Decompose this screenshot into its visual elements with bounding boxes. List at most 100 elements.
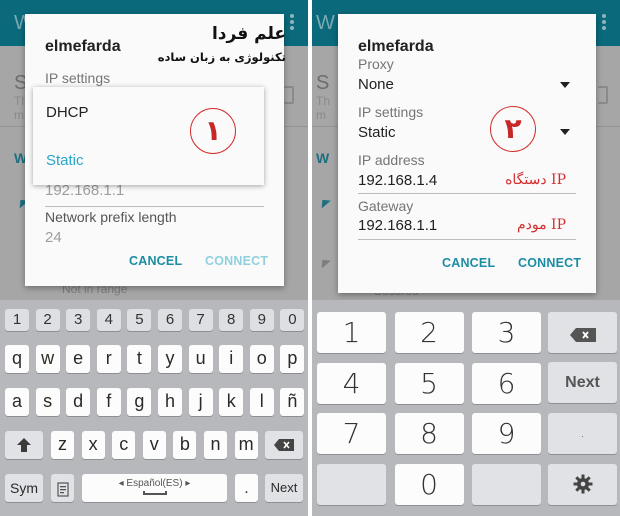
number-key[interactable]: 9 — [249, 309, 274, 331]
background-app-title: W — [316, 12, 335, 34]
ip-settings-dropdown-arrow-icon[interactable] — [560, 129, 570, 135]
letter-key[interactable]: r — [96, 345, 121, 373]
numeric-keyboard: 123 456 7890 Next . — [312, 300, 620, 516]
proxy-dropdown[interactable]: None — [358, 76, 394, 93]
right-screenshot-panel: W S Thm W Secured elmefarda Proxy None I… — [312, 0, 620, 516]
letter-key[interactable]: a — [5, 388, 29, 416]
backspace-key[interactable] — [548, 312, 617, 353]
letter-key[interactable]: s — [35, 388, 60, 416]
letter-key[interactable]: n — [204, 431, 227, 459]
background-section-letter: S — [316, 72, 330, 94]
gateway-underline — [358, 239, 576, 240]
ip-address-annotation: IP دستگاه — [505, 172, 566, 188]
letter-key[interactable]: u — [188, 345, 213, 373]
period-key[interactable]: . — [235, 474, 258, 502]
dropdown-option-static[interactable]: Static — [46, 152, 84, 169]
connect-button[interactable]: CONNECT — [518, 256, 581, 270]
letter-key[interactable]: f — [96, 388, 121, 416]
backspace-key[interactable] — [265, 431, 303, 459]
digit-key[interactable]: 3 — [472, 312, 541, 353]
settings-key[interactable] — [548, 464, 617, 505]
letter-key[interactable]: o — [249, 345, 274, 373]
number-key[interactable]: 5 — [127, 309, 152, 331]
qwerty-keyboard: 1234567890 qwertyuiop asdfghjklñ zxcvbnm… — [0, 300, 308, 516]
ip-address-underline — [358, 193, 576, 194]
letter-key[interactable]: h — [158, 388, 182, 416]
blank-left-key[interactable] — [317, 464, 386, 505]
gateway-annotation: IP مودم — [516, 217, 566, 233]
proxy-label: Proxy — [358, 56, 394, 72]
letter-key[interactable]: x — [81, 431, 105, 459]
number-key[interactable]: 2 — [35, 309, 60, 331]
gateway-input[interactable]: 192.168.1.1 — [358, 217, 437, 234]
backspace-icon — [569, 328, 596, 342]
digit-key[interactable]: 4 — [317, 362, 386, 404]
connect-button[interactable]: CONNECT — [205, 254, 268, 268]
letter-key[interactable]: j — [188, 388, 213, 416]
overflow-menu-icon — [290, 14, 294, 32]
background-description: Th m — [316, 94, 331, 122]
proxy-dropdown-arrow-icon[interactable] — [560, 82, 570, 88]
wifi-secured-icon — [321, 259, 331, 269]
letter-key[interactable]: p — [280, 345, 305, 373]
gateway-underline — [45, 206, 264, 207]
overflow-menu-icon — [602, 14, 606, 32]
step-number-badge: ١ — [190, 108, 236, 154]
shift-arrow-icon — [17, 438, 31, 452]
next-key[interactable]: Next — [548, 362, 617, 403]
digit-key[interactable]: 0 — [394, 464, 464, 506]
sym-key[interactable]: Sym — [5, 474, 43, 502]
letter-key[interactable]: l — [249, 388, 274, 416]
spacebar-key[interactable]: ◂ Español(ES) ▸ — [82, 474, 227, 502]
cancel-button[interactable]: CANCEL — [129, 254, 182, 268]
letter-key[interactable]: v — [142, 431, 166, 459]
digit-key[interactable]: 2 — [394, 312, 464, 353]
ip-address-label: IP address — [358, 152, 425, 168]
blank-right-key[interactable] — [472, 464, 541, 505]
letter-key[interactable]: b — [173, 431, 197, 459]
left-screenshot-panel: W S Th m W Not in range elmefarda IP sett… — [0, 0, 308, 516]
digit-key[interactable]: 5 — [394, 362, 464, 404]
letter-key[interactable]: t — [127, 345, 152, 373]
letter-key[interactable]: z — [51, 431, 74, 459]
number-key[interactable]: 6 — [158, 309, 182, 331]
shift-key[interactable] — [5, 431, 43, 459]
clipboard-key[interactable] — [51, 474, 74, 502]
letter-key[interactable]: k — [219, 388, 244, 416]
language-indicator: ◂ Español(ES) ▸ — [118, 478, 191, 489]
number-key[interactable]: 0 — [280, 309, 305, 331]
watermark-title-wrap: علم فردا — [140, 24, 286, 44]
background-networks-header: W — [316, 150, 330, 166]
letter-key[interactable]: ñ — [280, 388, 305, 416]
letter-key[interactable]: d — [66, 388, 91, 416]
letter-key[interactable]: w — [35, 345, 60, 373]
digit-key[interactable]: 8 — [394, 413, 464, 455]
letter-key[interactable]: q — [5, 345, 29, 373]
next-key[interactable]: Next — [265, 474, 303, 502]
letter-key[interactable]: i — [219, 345, 244, 373]
number-key[interactable]: 8 — [219, 309, 244, 331]
ip-settings-dropdown[interactable]: Static — [358, 124, 396, 141]
number-key[interactable]: 4 — [96, 309, 121, 331]
background-toggle — [284, 86, 294, 104]
number-key[interactable]: 1 — [5, 309, 29, 331]
letter-key[interactable]: e — [66, 345, 91, 373]
digit-key[interactable]: 6 — [472, 362, 541, 404]
digit-key[interactable]: 9 — [472, 413, 541, 455]
letter-key[interactable]: m — [234, 431, 258, 459]
number-key[interactable]: 7 — [188, 309, 213, 331]
digit-key[interactable]: 7 — [317, 413, 386, 455]
digit-key[interactable]: 1 — [317, 312, 386, 353]
wifi-config-dialog: elmefarda Proxy None IP settings Static … — [338, 14, 596, 293]
period-key[interactable]: . — [548, 413, 617, 454]
prefix-length-value[interactable]: 24 — [45, 229, 62, 246]
letter-key[interactable]: c — [112, 431, 136, 459]
gateway-label: Gateway — [358, 198, 414, 214]
number-key[interactable]: 3 — [66, 309, 91, 331]
letter-key[interactable]: y — [158, 345, 182, 373]
ip-address-input[interactable]: 192.168.1.4 — [358, 172, 437, 189]
cancel-button[interactable]: CANCEL — [442, 256, 495, 270]
watermark-title: علم فردا — [211, 24, 286, 44]
dropdown-option-dhcp[interactable]: DHCP — [46, 104, 89, 121]
letter-key[interactable]: g — [127, 388, 152, 416]
